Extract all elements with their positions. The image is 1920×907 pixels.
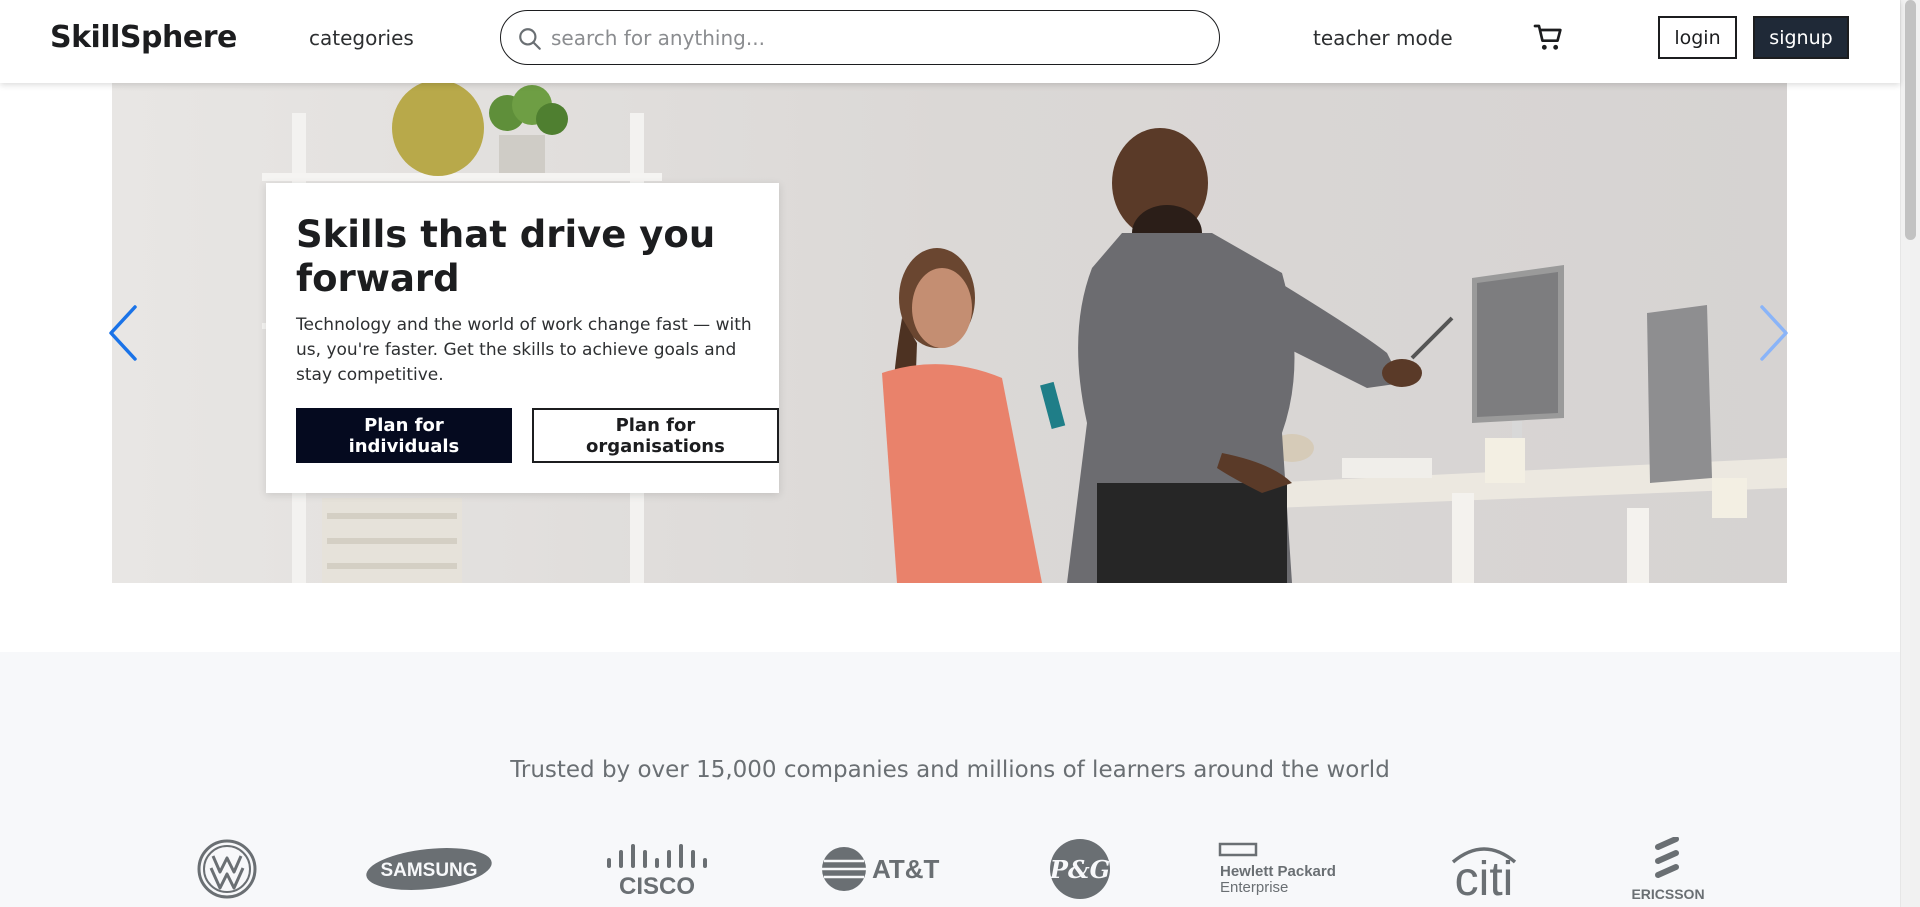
ericsson-logo-text: ERICSSON <box>1631 886 1704 902</box>
trusted-section: Trusted by over 15,000 companies and mil… <box>0 652 1900 907</box>
hero-card: Skills that drive you forward Technology… <box>266 183 779 493</box>
scroll-thumb[interactable] <box>1905 0 1916 240</box>
samsung-logo: SAMSUNG <box>364 847 494 892</box>
cart-icon[interactable] <box>1533 22 1565 54</box>
svg-text:Hewlett Packard: Hewlett Packard <box>1220 863 1336 880</box>
chevron-right-icon[interactable] <box>1756 303 1792 363</box>
att-logo: AT&T <box>820 844 945 894</box>
trusted-text: Trusted by over 15,000 companies and mil… <box>510 757 1390 783</box>
hero-title: Skills that drive you forward <box>296 213 716 300</box>
site-logo[interactable]: SkillSphere <box>50 20 237 55</box>
search-bar[interactable] <box>500 10 1220 65</box>
att-logo-text: AT&T <box>872 854 940 884</box>
signup-button[interactable]: signup <box>1753 16 1849 59</box>
plan-individuals-button[interactable]: Plan for individuals <box>296 408 512 463</box>
samsung-logo-text: SAMSUNG <box>380 860 477 881</box>
hero-banner: Skills that drive you forward Technology… <box>112 83 1787 583</box>
hero-buttons: Plan for individuals Plan for organisati… <box>296 408 779 463</box>
login-button[interactable]: login <box>1658 16 1737 59</box>
page-scrollbar[interactable] <box>1900 0 1920 907</box>
cisco-logo-text: CISCO <box>619 873 695 897</box>
categories-link[interactable]: categories <box>309 26 414 50</box>
ericsson-logo: ERICSSON <box>1628 837 1708 902</box>
top-header: SkillSphere categories teacher mode logi… <box>0 0 1900 83</box>
citi-logo: citi <box>1443 840 1525 898</box>
volkswagen-logo <box>196 838 258 900</box>
cisco-logo: CISCO <box>601 842 713 897</box>
hero-description: Technology and the world of work change … <box>296 315 752 385</box>
plan-organisations-button[interactable]: Plan for organisations <box>531 408 779 463</box>
search-input[interactable] <box>551 21 1201 54</box>
citi-logo-text: citi <box>1455 853 1514 898</box>
hpe-logo: Hewlett Packard Enterprise <box>1218 842 1343 897</box>
svg-text:Enterprise: Enterprise <box>1220 879 1288 896</box>
teacher-mode-link[interactable]: teacher mode <box>1313 26 1453 50</box>
search-icon <box>519 28 541 50</box>
chevron-left-icon[interactable] <box>105 303 141 363</box>
pg-logo-text: P&G <box>1049 855 1110 884</box>
pg-logo: P&G <box>1049 838 1111 900</box>
